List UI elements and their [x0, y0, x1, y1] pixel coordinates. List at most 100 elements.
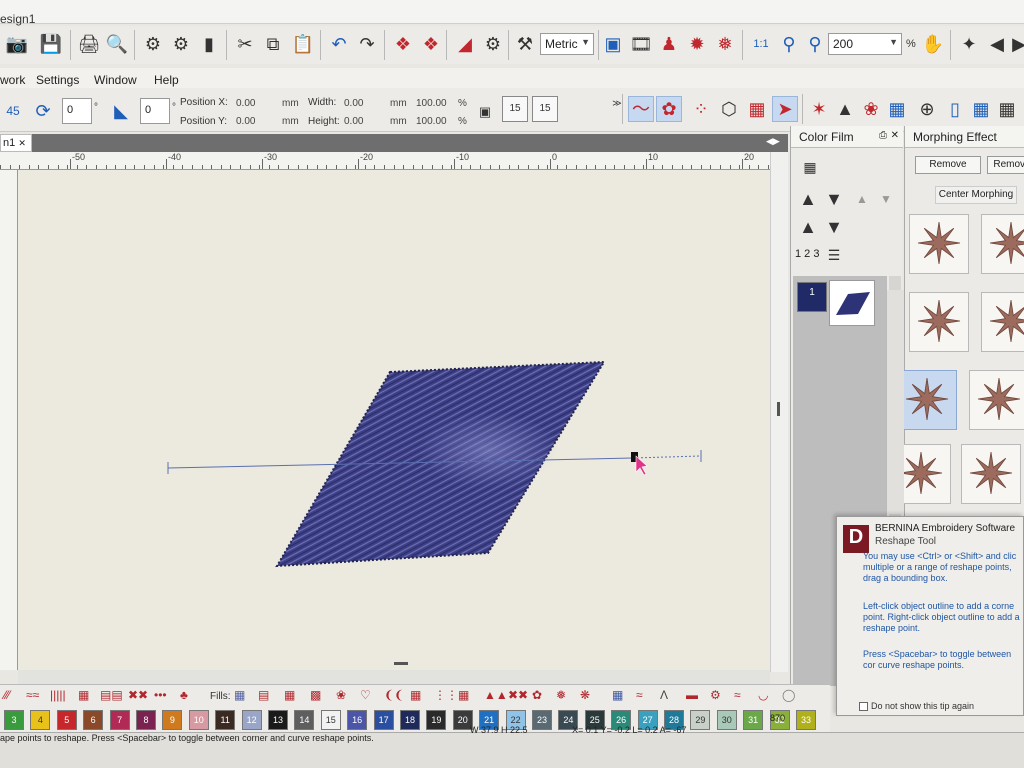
morph-style-6[interactable]: [969, 370, 1024, 430]
height-field[interactable]: 0.00: [344, 116, 363, 127]
pinwheel-icon[interactable]: ✹: [684, 31, 710, 57]
flower-outline-icon[interactable]: ✿: [656, 96, 682, 122]
film-icon[interactable]: 🎞: [628, 31, 654, 57]
grid-fill-icon[interactable]: ▦: [458, 688, 469, 706]
stipple-icon[interactable]: ▦: [612, 688, 623, 706]
line-fill-icon[interactable]: ▬: [686, 688, 698, 706]
pin-icon[interactable]: ⎙: [879, 130, 887, 141]
scale-width-field[interactable]: 100.00: [416, 98, 447, 109]
paste-icon[interactable]: 📋: [290, 31, 316, 57]
scale-height-field[interactable]: 100.00: [416, 116, 447, 127]
design-wizard-icon[interactable]: ❅: [712, 31, 738, 57]
hoop-frame-icon[interactable]: ▯: [942, 96, 968, 122]
remove-all-button[interactable]: Remove: [987, 156, 1024, 174]
cut-icon[interactable]: ✂: [232, 31, 258, 57]
motif-stitch-icon[interactable]: ♣: [180, 688, 188, 706]
cross-stitch-icon[interactable]: ✖✖: [128, 688, 148, 706]
satin-stitch-icon[interactable]: |||||: [50, 688, 66, 706]
rotate-step-right-icon[interactable]: 15: [532, 96, 558, 122]
thread-swatch[interactable]: 3: [4, 710, 24, 730]
tab-scroll-icon[interactable]: ◀▶: [766, 136, 780, 147]
document-tab[interactable]: n1 ✕: [0, 134, 32, 152]
units-dropdown[interactable]: Metric ▼: [540, 33, 594, 55]
thread-swatch[interactable]: 9: [162, 710, 183, 730]
morph-style-1[interactable]: [909, 214, 969, 274]
stamp-icon[interactable]: ♟: [656, 31, 682, 57]
menu-item-help[interactable]: Help: [154, 73, 179, 87]
shapes-icon[interactable]: ▲: [832, 96, 858, 122]
print-icon[interactable]: 🖨: [76, 31, 102, 57]
thread-swatch[interactable]: 7: [109, 710, 130, 730]
satin-fill-icon[interactable]: ▤: [258, 688, 269, 706]
print-preview-icon[interactable]: 🔍: [104, 31, 130, 57]
artwork-canvas-icon[interactable]: ▣: [600, 31, 626, 57]
thread-swatch[interactable]: 30: [716, 710, 737, 730]
star-icon[interactable]: ✶: [806, 96, 832, 122]
thread-swatch[interactable]: 6: [83, 710, 104, 730]
thread-swatch[interactable]: 29: [690, 710, 711, 730]
triangle-fill-icon[interactable]: ▲▲: [484, 688, 508, 706]
menu-item-artwork[interactable]: work: [0, 73, 25, 87]
thread-swatch[interactable]: 12: [241, 710, 262, 730]
swirl-fill-icon[interactable]: ✿: [532, 688, 542, 706]
zigzag-stitch-icon[interactable]: 〜: [628, 96, 654, 122]
thread-swatch[interactable]: 14: [294, 710, 315, 730]
thread-swatch[interactable]: 13: [268, 710, 288, 730]
thread-swatch[interactable]: 4: [30, 710, 51, 730]
canvas-resize-handle[interactable]: [394, 662, 408, 665]
move-up-small-icon[interactable]: ▲: [849, 186, 875, 212]
sort-icon[interactable]: ☰: [821, 242, 847, 268]
zoom-icon[interactable]: ⚲: [802, 31, 828, 57]
move-last-icon[interactable]: ▼: [821, 214, 847, 240]
scroll-grip[interactable]: [777, 402, 780, 416]
quilt-icon[interactable]: ❀: [858, 96, 884, 122]
thread-swatch[interactable]: 15: [320, 710, 341, 730]
heart-fill-icon[interactable]: ♡: [360, 688, 371, 706]
crosshair-icon[interactable]: ⊕: [914, 96, 940, 122]
reshape-icon[interactable]: ➤: [772, 96, 798, 122]
table-grid-icon[interactable]: ▦: [968, 96, 994, 122]
dot-fill-icon[interactable]: ⋮⋮: [434, 688, 458, 706]
thread-swatch[interactable]: 31: [743, 710, 764, 730]
redo-icon[interactable]: ↷: [354, 31, 380, 57]
grid-icon[interactable]: ▦: [994, 96, 1020, 122]
scatter-icon[interactable]: ⁘: [688, 96, 714, 122]
lace-fill-icon[interactable]: ❅: [556, 688, 566, 706]
wave-stitch-icon[interactable]: ≈≈: [26, 688, 39, 706]
gear-fill-icon[interactable]: ⚙: [710, 688, 721, 706]
tatami-fill-icon[interactable]: ▦: [234, 688, 245, 706]
x-fill-icon[interactable]: ✖✖: [508, 688, 528, 706]
import-artwork-icon[interactable]: ❖: [390, 31, 416, 57]
send-to-machine-icon[interactable]: ⚙: [140, 31, 166, 57]
thread-swatch[interactable]: 5: [56, 710, 77, 730]
fill-pattern-icon[interactable]: ▦: [744, 96, 770, 122]
wave-fill-icon[interactable]: ≈: [636, 688, 643, 706]
running-stitch-icon[interactable]: ⁄⁄⁄: [4, 688, 10, 706]
toolbar-overflow-icon[interactable]: ≫: [604, 90, 630, 116]
move-down-icon[interactable]: ▼: [821, 186, 847, 212]
scallop-fill-icon[interactable]: ◡: [758, 688, 768, 706]
color-block-1[interactable]: 1: [797, 282, 827, 312]
thread-swatch[interactable]: 18: [400, 710, 420, 730]
position-x-field[interactable]: 0.00: [236, 98, 255, 109]
slant-angle-field[interactable]: 0: [140, 98, 170, 124]
copy-icon[interactable]: ⧉: [260, 31, 286, 57]
arrow-right-icon[interactable]: ▶: [1006, 31, 1024, 57]
apex-icon[interactable]: Λ: [660, 688, 668, 706]
morph-style-3[interactable]: [909, 292, 969, 352]
tools-icon[interactable]: ⚒: [512, 31, 538, 57]
open-icon[interactable]: 📷: [4, 31, 30, 57]
bead-stitch-icon[interactable]: •••: [154, 688, 167, 706]
move-first-icon[interactable]: ▲: [795, 214, 821, 240]
rotate-icon[interactable]: ⟳: [30, 98, 56, 124]
thread-swatch[interactable]: 10: [188, 710, 209, 730]
undo-icon[interactable]: ↶: [326, 31, 352, 57]
slant-icon[interactable]: ◣: [108, 98, 134, 124]
canvas-vertical-scrollbar[interactable]: [770, 152, 788, 672]
design-canvas[interactable]: [18, 170, 770, 670]
morph-style-5-selected[interactable]: [897, 370, 957, 430]
zoom-1to1-icon[interactable]: 1:1: [748, 31, 774, 57]
checkbox-box[interactable]: [859, 702, 868, 712]
hexagon-outline-icon[interactable]: ⬡: [716, 96, 742, 122]
object-thumbnail[interactable]: [829, 280, 875, 326]
